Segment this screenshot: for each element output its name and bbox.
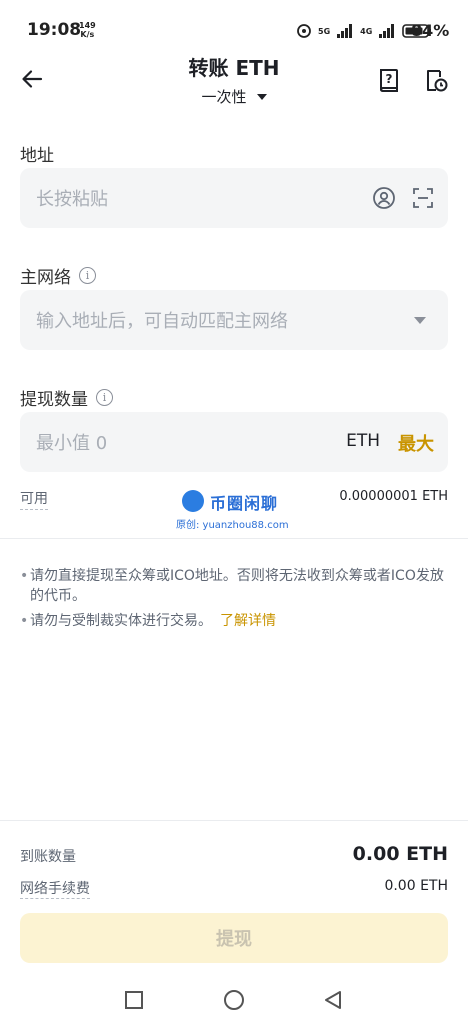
info-icon[interactable]: i	[96, 389, 113, 406]
system-nav-bar	[0, 975, 468, 1024]
network-label: 主网络 i	[20, 263, 96, 288]
available-label: 可用	[20, 488, 48, 510]
note-text: 请勿与受制裁实体进行交易。	[30, 613, 212, 629]
caret-down-icon	[256, 93, 267, 100]
note-item: 请勿直接提现至众筹或ICO地址。否则将无法收到众筹或者ICO发放的代币。	[20, 566, 452, 606]
signal-1-icon	[337, 24, 353, 38]
note-text: 请勿直接提现至众筹或ICO地址。否则将无法收到众筹或者ICO发放的代币。	[30, 568, 444, 604]
address-label-text: 地址	[20, 146, 54, 166]
battery-percent: 84%	[411, 21, 450, 40]
note-item: 请勿与受制裁实体进行交易。了解详情	[20, 611, 452, 631]
status-time: 19:08	[27, 20, 82, 40]
history-icon[interactable]	[424, 67, 448, 93]
scan-icon[interactable]	[411, 186, 435, 210]
amount-input[interactable]: 最小值 0 ETH 最大	[20, 412, 448, 472]
network-2-label: 4G	[360, 26, 373, 36]
signal-2-icon	[379, 24, 395, 38]
recent-apps-icon[interactable]	[123, 989, 145, 1011]
contact-icon[interactable]	[372, 186, 396, 210]
address-placeholder: 长按粘贴	[36, 189, 108, 210]
network-label-text: 主网络	[20, 268, 71, 288]
network-select[interactable]: 输入地址后，可自动匹配主网络	[20, 290, 448, 350]
network-speed: 149 K/s	[79, 21, 96, 39]
divider	[0, 538, 468, 539]
home-icon[interactable]	[223, 989, 245, 1011]
network-1-label: 5G	[318, 26, 331, 36]
amount-unit: ETH	[346, 431, 380, 451]
hotspot-icon	[297, 24, 311, 38]
mode-label: 一次性	[201, 88, 247, 106]
fee-label[interactable]: 网络手续费	[20, 878, 90, 899]
max-button[interactable]: 最大	[398, 430, 434, 456]
svg-text:?: ?	[386, 72, 393, 86]
caret-down-icon	[414, 317, 426, 324]
info-icon[interactable]: i	[79, 267, 96, 284]
receive-value: 0.00 ETH	[352, 843, 448, 865]
help-book-icon[interactable]: ?	[377, 67, 401, 93]
amount-label: 提现数量 i	[20, 385, 113, 410]
amount-label-text: 提现数量	[20, 390, 88, 410]
address-input[interactable]: 长按粘贴	[20, 168, 448, 228]
network-speed-value: 149	[79, 21, 96, 30]
fee-value: 0.00 ETH	[384, 878, 448, 894]
network-placeholder: 输入地址后，可自动匹配主网络	[36, 311, 288, 332]
watermark-name: 币圈闲聊	[210, 494, 279, 513]
divider	[0, 820, 468, 821]
watermark-logo	[182, 490, 204, 512]
back-triangle-icon[interactable]	[322, 989, 344, 1011]
learn-more-link[interactable]: 了解详情	[220, 613, 276, 629]
available-value: 0.00000001 ETH	[339, 489, 448, 504]
address-label: 地址	[20, 141, 54, 166]
watermark-sub: 原创: yuanzhou88.com	[176, 520, 289, 531]
withdraw-button[interactable]: 提现	[20, 913, 448, 963]
watermark: 币圈闲聊 原创: yuanzhou88.com	[176, 488, 306, 532]
amount-placeholder: 最小值 0	[36, 433, 108, 454]
notes-list: 请勿直接提现至众筹或ICO地址。否则将无法收到众筹或者ICO发放的代币。 请勿与…	[20, 566, 452, 636]
network-speed-unit: K/s	[80, 30, 95, 39]
receive-label: 到账数量	[20, 849, 76, 865]
